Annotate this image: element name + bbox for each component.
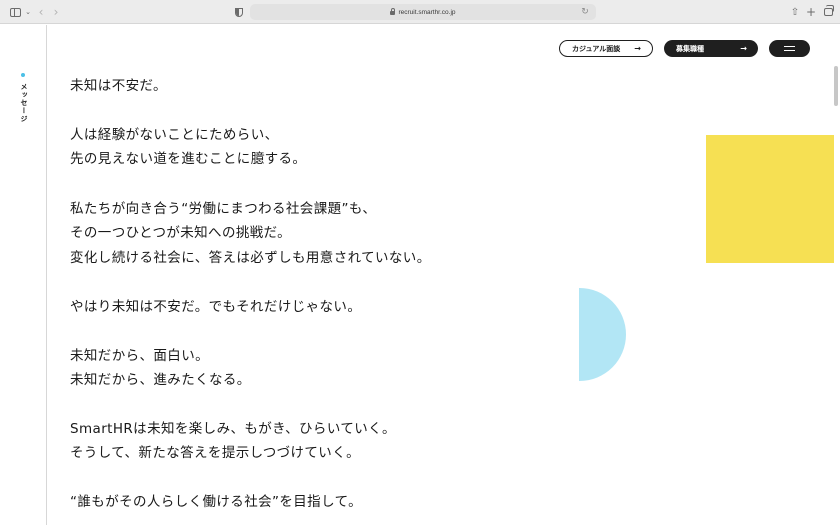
- message-line: “誰もがその人らしく働ける社会”を目指して。: [70, 494, 362, 510]
- chevron-down-icon[interactable]: ⌄: [24, 5, 32, 19]
- reload-icon[interactable]: ↻: [580, 5, 590, 19]
- left-rail: メッセージ: [0, 25, 47, 525]
- message-line: 人は経験がないことにためらい、: [70, 127, 279, 143]
- shield-icon[interactable]: [234, 5, 244, 19]
- message-line: 未知だから、面白い。: [70, 348, 209, 364]
- message-line: やはり未知は不安だ。でもそれだけじゃない。: [70, 299, 362, 315]
- message-line: 未知は不安だ。: [70, 78, 167, 94]
- arrow-right-icon: →: [634, 44, 641, 53]
- tabs-icon[interactable]: [822, 5, 834, 19]
- arrow-right-icon: →: [740, 44, 747, 53]
- message-line: SmartHRは未知を楽しみ、もがき、ひらいていく。: [70, 421, 396, 437]
- share-icon[interactable]: ⇧: [790, 5, 800, 19]
- job-openings-button[interactable]: 募集職種 →: [664, 40, 758, 57]
- message-line: 未知だから、進みたくなる。: [70, 372, 251, 388]
- lock-icon: [390, 8, 396, 15]
- yellow-square-decoration: [706, 135, 834, 263]
- chevron-left-icon[interactable]: ‹: [36, 5, 46, 19]
- current-section-dot: [21, 73, 25, 77]
- plus-icon[interactable]: +: [806, 5, 816, 19]
- menu-button[interactable]: [769, 40, 810, 57]
- address-bar[interactable]: recruit.smarthr.co.jp: [250, 4, 596, 20]
- sidebar-icon[interactable]: [8, 5, 22, 19]
- casual-interview-button[interactable]: カジュアル面談 →: [559, 40, 653, 57]
- message-line: 私たちが向き合う“労働にまつわる社会課題”も、: [70, 201, 377, 217]
- job-openings-label: 募集職種: [676, 44, 704, 53]
- cyan-half-circle-decoration: [579, 288, 626, 381]
- chevron-right-icon[interactable]: ›: [51, 5, 61, 19]
- address-url: recruit.smarthr.co.jp: [398, 8, 456, 16]
- browser-toolbar: ⌄ ‹ › recruit.smarthr.co.jp ↻ ⇧ +: [0, 0, 840, 24]
- menu-icon: [784, 45, 795, 47]
- scrollbar-thumb[interactable]: [834, 66, 838, 106]
- message-line: 先の見えない道を進むことに臆する。: [70, 151, 307, 167]
- menu-icon: [784, 50, 795, 52]
- section-label[interactable]: メッセージ: [17, 83, 29, 123]
- message-line: その一つひとつが未知への挑戦だ。: [70, 225, 292, 241]
- message-line: そうして、新たな答えを提示しつづけていく。: [70, 445, 361, 461]
- message-line: 変化し続ける社会に、答えは必ずしも用意されていない。: [70, 250, 431, 266]
- casual-interview-label: カジュアル面談: [572, 44, 621, 53]
